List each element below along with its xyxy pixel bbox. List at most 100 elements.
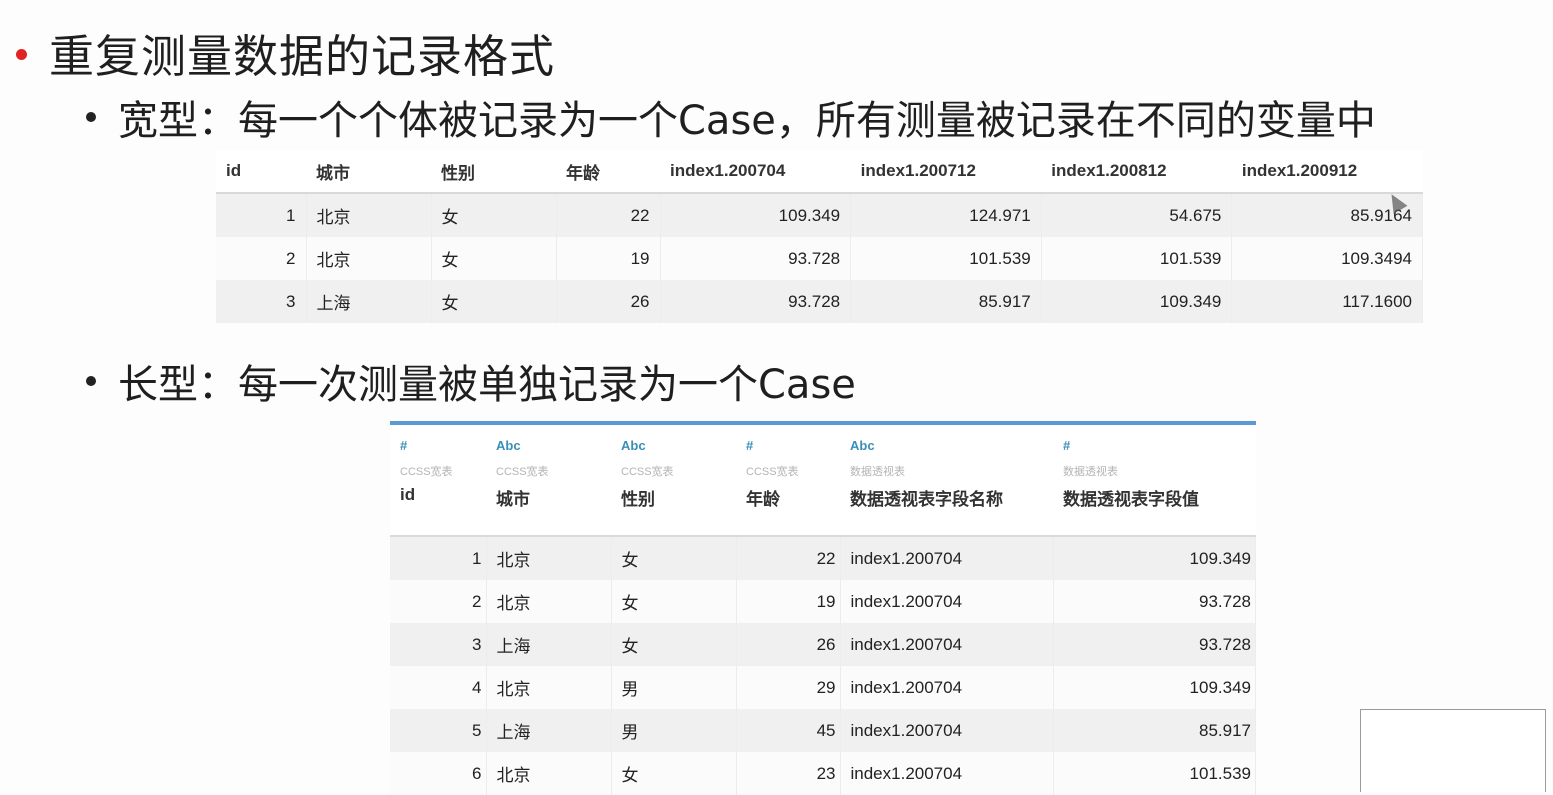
- long-table: # CCSS宽表 id Abc CCSS宽表 城市 Abc CCSS宽表 性别 …: [390, 421, 1256, 795]
- cell: index1.200704: [840, 709, 1054, 752]
- column-source: CCSS宽表: [496, 466, 549, 478]
- wide-col-header: index1.200912: [1231, 150, 1423, 194]
- column-name: 年龄: [746, 490, 780, 509]
- cell: 1: [216, 193, 307, 237]
- cell: 女: [611, 580, 737, 623]
- wide-col-header: 城市: [306, 150, 431, 194]
- cell: 6: [390, 752, 487, 795]
- long-col-header: # 数据透视表 数据透视表字段值: [1053, 423, 1256, 537]
- column-name: id: [400, 485, 416, 504]
- cell: 女: [431, 280, 557, 323]
- table-row: 3 上海 女 26 index1.200704 93.728: [390, 623, 1256, 666]
- cell: 1: [390, 536, 487, 580]
- cell: 93.728: [660, 237, 852, 280]
- cell: 93.728: [660, 280, 852, 323]
- cell: 女: [611, 752, 737, 795]
- column-source: CCSS宽表: [400, 466, 453, 478]
- cell: 2: [216, 237, 307, 280]
- string-type-icon: Abc: [850, 438, 875, 453]
- numeric-type-icon: #: [400, 438, 408, 453]
- table-row: 6 北京 女 23 index1.200704 101.539: [390, 752, 1256, 795]
- column-source: CCSS宽表: [746, 466, 799, 478]
- wide-col-header: index1.200704: [660, 150, 851, 194]
- cell: index1.200704: [840, 623, 1054, 666]
- cell: 109.349: [660, 193, 852, 237]
- wide-col-header: id: [216, 150, 306, 194]
- numeric-type-icon: #: [1063, 438, 1071, 453]
- cell: 93.728: [1053, 580, 1256, 623]
- wide-table: id 城市 性别 年龄 index1.200704 index1.200712 …: [216, 150, 1423, 323]
- cell: 101.539: [850, 237, 1042, 280]
- column-source: 数据透视表: [1063, 466, 1118, 478]
- long-col-header: Abc CCSS宽表 城市: [486, 423, 611, 537]
- long-col-header: # CCSS宽表 年龄: [736, 423, 840, 537]
- cell: 4: [390, 666, 487, 709]
- cell: 85.917: [1053, 709, 1256, 752]
- cell: 3: [390, 623, 487, 666]
- title-bullet: 重复测量数据的记录格式: [16, 20, 555, 85]
- cell: 109.3494: [1231, 237, 1423, 280]
- cell: 北京: [486, 752, 612, 795]
- column-source: 数据透视表: [850, 466, 905, 478]
- cell: 19: [736, 580, 841, 623]
- cell: 109.349: [1053, 536, 1256, 580]
- slide-title: 重复测量数据的记录格式: [49, 30, 556, 83]
- cell: 101.539: [1053, 752, 1256, 795]
- cell: 22: [736, 536, 841, 580]
- column-name: 城市: [496, 490, 530, 509]
- cell: 101.539: [1041, 237, 1233, 280]
- cell: 男: [611, 709, 737, 752]
- cell: 3: [216, 280, 307, 323]
- cell: 29: [736, 666, 841, 709]
- table-row: 3 上海 女 26 93.728 85.917 109.349 117.1600: [216, 280, 1423, 323]
- cell: 23: [736, 752, 841, 795]
- video-thumbnail-box: [1360, 709, 1546, 792]
- cell: 109.349: [1053, 666, 1256, 709]
- wide-col-header: index1.200712: [850, 150, 1042, 194]
- wide-heading: 宽型：每一个个体被记录为一个Case，所有测量被记录在不同的变量中: [118, 98, 1376, 144]
- wide-header-row: id 城市 性别 年龄 index1.200704 index1.200712 …: [216, 150, 1423, 194]
- wide-col-header: index1.200812: [1041, 150, 1232, 194]
- cell: 124.971: [850, 193, 1042, 237]
- cell: index1.200704: [840, 666, 1054, 709]
- cell: 女: [431, 193, 557, 237]
- cell: 北京: [306, 237, 432, 280]
- bullet-icon: [86, 376, 96, 386]
- string-type-icon: Abc: [496, 438, 521, 453]
- long-col-header: # CCSS宽表 id: [390, 423, 486, 537]
- bullet-icon: [86, 112, 96, 122]
- string-type-icon: Abc: [621, 438, 646, 453]
- column-source: CCSS宽表: [621, 466, 674, 478]
- cell: 北京: [486, 666, 612, 709]
- cell: 上海: [486, 623, 612, 666]
- cell: 45: [736, 709, 841, 752]
- wide-col-header: 年龄: [556, 150, 660, 194]
- cell: 北京: [486, 580, 612, 623]
- table-row: 1 北京 女 22 index1.200704 109.349: [390, 536, 1256, 580]
- table-row: 1 北京 女 22 109.349 124.971 54.675 85.9164: [216, 193, 1423, 237]
- cell: 女: [611, 623, 737, 666]
- cell: 女: [431, 237, 557, 280]
- cell: 26: [556, 280, 661, 323]
- numeric-type-icon: #: [746, 438, 754, 453]
- cell: 上海: [486, 709, 612, 752]
- cell: index1.200704: [840, 536, 1054, 580]
- red-bullet-icon: [16, 49, 27, 60]
- wide-col-header: 性别: [431, 150, 556, 194]
- long-heading: 长型：每一次测量被单独记录为一个Case: [118, 362, 856, 408]
- cell: index1.200704: [840, 580, 1054, 623]
- cell: 26: [736, 623, 841, 666]
- cell: 117.1600: [1231, 280, 1423, 323]
- long-header-row: # CCSS宽表 id Abc CCSS宽表 城市 Abc CCSS宽表 性别 …: [390, 423, 1256, 537]
- column-name: 性别: [621, 490, 655, 509]
- cell: 19: [556, 237, 661, 280]
- long-col-header: Abc 数据透视表 数据透视表字段名称: [840, 423, 1053, 537]
- column-name: 数据透视表字段名称: [850, 490, 1003, 509]
- table-row: 5 上海 男 45 index1.200704 85.917: [390, 709, 1256, 752]
- cell: 22: [556, 193, 661, 237]
- cell: 5: [390, 709, 487, 752]
- cell: 北京: [486, 536, 612, 580]
- cell: 85.917: [850, 280, 1042, 323]
- column-name: 数据透视表字段值: [1063, 490, 1199, 509]
- cell: 109.349: [1041, 280, 1233, 323]
